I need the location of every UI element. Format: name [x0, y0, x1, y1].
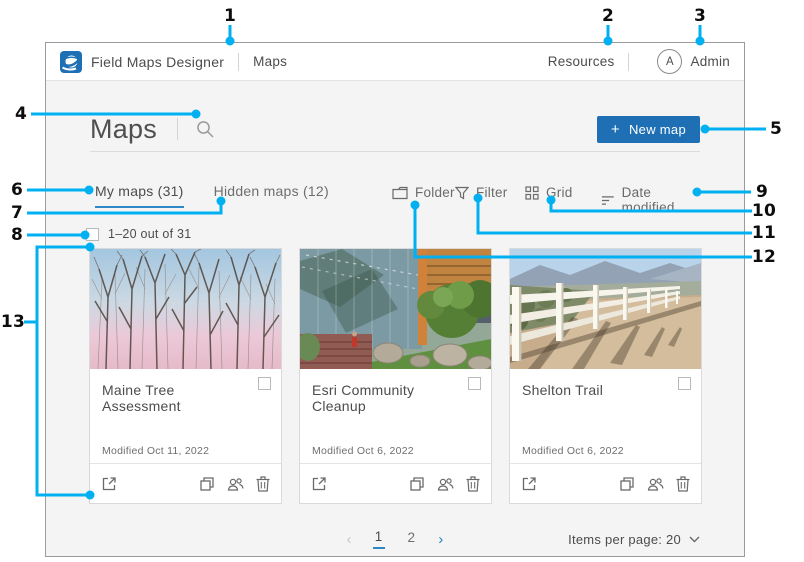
open-map-icon[interactable] [521, 476, 537, 492]
sort-icon [601, 194, 615, 207]
callout-13: 13 [1, 312, 25, 332]
avatar[interactable]: A [657, 49, 682, 74]
selection-row: 1–20 out of 31 [86, 227, 191, 241]
map-card-maine-tree-assessment[interactable]: Maine Tree Assessment Modified Oct 11, 2… [89, 248, 282, 504]
title-divider [177, 118, 178, 140]
prev-page-button[interactable]: ‹ [346, 531, 351, 548]
map-card-grid: Maine Tree Assessment Modified Oct 11, 2… [89, 248, 702, 504]
card-thumbnail-trail [510, 249, 701, 369]
callout-2: 2 [602, 6, 614, 26]
map-card-shelton-trail[interactable]: Shelton Trail Modified Oct 6, 2022 [509, 248, 702, 504]
callout-12: 12 [752, 247, 776, 267]
delete-icon[interactable] [676, 476, 690, 492]
esri-logo-icon [60, 51, 82, 73]
page-2-button[interactable]: 2 [406, 530, 418, 548]
delete-icon[interactable] [256, 476, 270, 492]
username[interactable]: Admin [690, 54, 730, 69]
callout-4: 4 [15, 104, 27, 124]
duplicate-icon[interactable] [409, 476, 425, 492]
app-window: Field Maps Designer Maps Resources A Adm… [45, 42, 745, 557]
header-divider [238, 53, 239, 71]
folder-label: Folder [415, 185, 455, 200]
callout-10: 10 [752, 201, 776, 221]
sort-button[interactable]: Date modified [601, 185, 700, 215]
card-modified-date: Modified Oct 6, 2022 [312, 445, 414, 457]
plus-icon: + [611, 121, 620, 138]
nav-resources[interactable]: Resources [548, 54, 615, 69]
card-title: Shelton Trail [510, 369, 701, 398]
items-per-page-select[interactable]: Items per page: 20 [568, 532, 700, 547]
app-title: Field Maps Designer [91, 54, 224, 70]
share-group-icon[interactable] [227, 476, 244, 492]
items-per-page-label: Items per page: 20 [568, 532, 681, 547]
callout-7: 7 [11, 203, 23, 223]
chevron-down-icon [689, 536, 700, 543]
map-card-esri-community-cleanup[interactable]: Esri Community Cleanup Modified Oct 6, 2… [299, 248, 492, 504]
open-map-icon[interactable] [101, 476, 117, 492]
callout-6: 6 [11, 180, 23, 200]
card-checkbox[interactable] [258, 377, 271, 390]
tab-my-maps[interactable]: My maps (31) [95, 183, 184, 208]
filter-label: Filter [476, 185, 508, 200]
tabs-toolbar-row: My maps (31) Hidden maps (12) Folder Fil… [90, 183, 700, 209]
search-icon[interactable] [196, 120, 215, 139]
card-checkbox[interactable] [468, 377, 481, 390]
grid-icon [525, 186, 539, 200]
card-footer [300, 463, 491, 503]
title-rule [90, 151, 700, 152]
header-divider-2 [628, 53, 629, 71]
callout-3: 3 [694, 6, 706, 26]
callout-8: 8 [11, 225, 23, 245]
card-thumbnail-building [300, 249, 491, 369]
new-map-label: New map [629, 122, 686, 137]
filter-button[interactable]: Filter [455, 185, 508, 200]
card-title: Maine Tree Assessment [90, 369, 281, 414]
card-modified-date: Modified Oct 6, 2022 [522, 445, 624, 457]
card-footer [510, 463, 701, 503]
selection-count: 1–20 out of 31 [108, 227, 191, 241]
sort-label: Date modified [622, 185, 700, 215]
page-title-row: Maps + New map [90, 109, 700, 149]
next-page-button[interactable]: › [438, 531, 443, 548]
select-all-checkbox[interactable] [86, 228, 99, 241]
open-map-icon[interactable] [311, 476, 327, 492]
duplicate-icon[interactable] [619, 476, 635, 492]
page-1-button[interactable]: 1 [373, 529, 385, 549]
delete-icon[interactable] [466, 476, 480, 492]
callout-11: 11 [752, 223, 776, 243]
callout-9: 9 [756, 182, 768, 202]
filter-icon [455, 186, 469, 200]
card-thumbnail-trees [90, 249, 281, 369]
page-title: Maps [90, 114, 157, 145]
card-checkbox[interactable] [678, 377, 691, 390]
card-modified-date: Modified Oct 11, 2022 [102, 445, 209, 457]
share-group-icon[interactable] [437, 476, 454, 492]
card-footer [90, 463, 281, 503]
nav-maps[interactable]: Maps [253, 54, 287, 69]
share-group-icon[interactable] [647, 476, 664, 492]
tab-hidden-maps[interactable]: Hidden maps (12) [214, 183, 329, 208]
folder-button[interactable]: Folder [392, 185, 455, 200]
grid-label: Grid [546, 185, 573, 200]
grid-view-button[interactable]: Grid [525, 185, 573, 200]
card-title: Esri Community Cleanup [300, 369, 491, 414]
folder-icon [392, 186, 408, 200]
callout-5: 5 [770, 119, 782, 139]
app-header: Field Maps Designer Maps Resources A Adm… [46, 43, 744, 81]
new-map-button[interactable]: + New map [597, 116, 700, 143]
callout-1: 1 [224, 6, 236, 26]
duplicate-icon[interactable] [199, 476, 215, 492]
